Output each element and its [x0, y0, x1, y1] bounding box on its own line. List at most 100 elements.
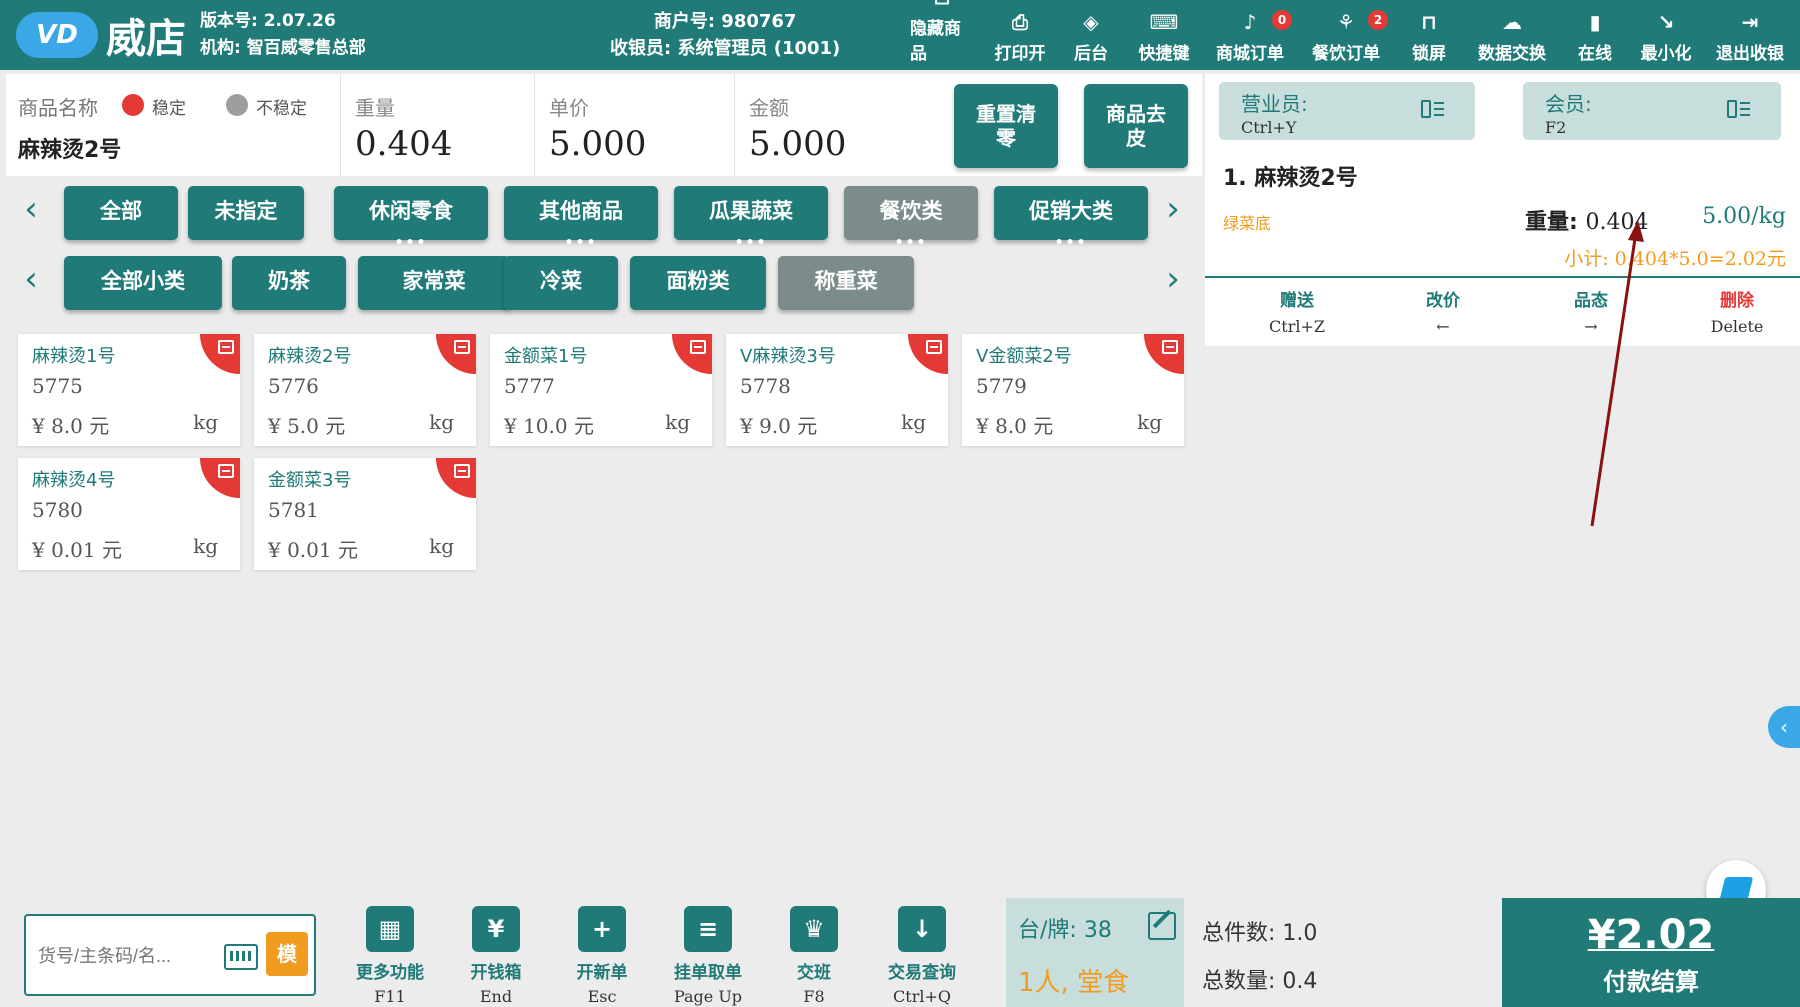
toolbar-label: 最小化: [1640, 44, 1692, 64]
subcategory-tab-5[interactable]: 称重菜: [778, 256, 914, 310]
category-tab-1[interactable]: 未指定: [188, 186, 304, 240]
new-order-icon: +: [578, 906, 626, 952]
toolbar-button-9[interactable]: ↘ 最小化: [1630, 6, 1702, 64]
function-shortcut: Esc: [587, 987, 617, 1006]
order-action-2[interactable]: 品态 →: [1521, 286, 1661, 336]
function-button-3[interactable]: ≡ 挂单取单 Page Up: [658, 906, 758, 1006]
tare-button[interactable]: 商品去皮: [1084, 84, 1188, 168]
more-dots-icon: •••: [394, 235, 428, 251]
chevron-left-icon[interactable]: ‹: [16, 192, 46, 228]
function-button-0[interactable]: ▦ 更多功能 F11: [340, 906, 440, 1006]
function-button-1[interactable]: ¥ 开钱箱 End: [446, 906, 546, 1006]
function-label: 挂单取单: [674, 963, 742, 983]
subcategory-tab-4[interactable]: 面粉类: [630, 256, 766, 310]
product-info-bar: 商品名称 稳定 不稳定 麻辣烫2号 重量 0.404 单价 5.000 金额 5…: [6, 74, 1202, 176]
weighing-scale-icon: [908, 334, 948, 374]
toolbar-button-5[interactable]: ⚘ 2 餐饮订单: [1298, 6, 1394, 64]
search-input[interactable]: [38, 940, 198, 972]
toolbar-button-8[interactable]: ▮ 在线: [1560, 6, 1630, 64]
top-header: VD 威店 版本号: 2.07.26 机构: 智百威零售总部 商户号: 9807…: [0, 0, 1800, 70]
unit-price-value: 5.000: [549, 124, 647, 164]
subcategory-tab-2[interactable]: 家常菜: [358, 256, 510, 310]
salesperson-selector[interactable]: 营业员: Ctrl+Y: [1219, 82, 1475, 140]
product-card[interactable]: 麻辣烫4号 5780 ¥ 0.01 元 kg: [18, 458, 240, 570]
order-action-1[interactable]: 改价 ←: [1373, 286, 1513, 336]
product-card[interactable]: 麻辣烫2号 5776 ¥ 5.0 元 kg: [254, 334, 476, 446]
collapse-panel-icon[interactable]: ‹: [1768, 706, 1800, 748]
member-selector[interactable]: 会员: F2: [1523, 82, 1781, 140]
cloud-sync-icon: ☁: [1502, 10, 1522, 34]
product-card[interactable]: 金额菜1号 5777 ¥ 10.0 元 kg: [490, 334, 712, 446]
toolbar-button-7[interactable]: ☁ 数据交换: [1464, 6, 1560, 64]
toolbar-label: 餐饮订单: [1312, 44, 1380, 64]
function-label: 交班: [797, 963, 831, 983]
category-tab-0[interactable]: 全部: [64, 186, 178, 240]
category-tab-3[interactable]: 其他商品 •••: [504, 186, 658, 250]
category-tab-5[interactable]: 餐饮类 •••: [844, 186, 978, 250]
function-shortcut: Page Up: [673, 987, 743, 1006]
toolbar-button-3[interactable]: ⌨ 快捷键: [1126, 6, 1202, 64]
category-tab-4[interactable]: 瓜果蔬菜 •••: [674, 186, 828, 250]
product-card[interactable]: 金额菜3号 5781 ¥ 0.01 元 kg: [254, 458, 476, 570]
toolbar-button-4[interactable]: ♪ 0 商城订单: [1202, 6, 1298, 64]
order-action-key: Ctrl+Z: [1269, 317, 1325, 336]
subcategory-tab-0[interactable]: 全部小类: [64, 256, 222, 310]
subcategory-tab-1[interactable]: 奶茶: [232, 256, 346, 310]
table-info[interactable]: 台/牌: 38 1人, 堂食: [1006, 898, 1184, 1007]
toolbar-button-6[interactable]: ⊓ 锁屏: [1394, 6, 1464, 64]
category-row-main: ‹ 全部 未指定 休闲零食 ••• 其他商品 ••• 瓜果蔬菜 ••• 餐饮类 ••• 促销大类 ••…: [6, 180, 1202, 250]
product-card[interactable]: 麻辣烫1号 5775 ¥ 8.0 元 kg: [18, 334, 240, 446]
keyboard-icon[interactable]: [224, 944, 258, 970]
function-button-2[interactable]: + 开新单 Esc: [552, 906, 652, 1006]
hold-order-icon: ≡: [684, 906, 732, 952]
order-line-subtotal: 小计: 0.404*5.0=2.02元: [1564, 248, 1786, 270]
toolbar-button-10[interactable]: ⇥ 退出收银: [1702, 6, 1798, 64]
notification-badge: 0: [1272, 10, 1292, 30]
toolbar-button-0[interactable]: ⊡ 隐藏商品: [900, 0, 984, 64]
chevron-right-icon[interactable]: ›: [1158, 262, 1188, 298]
product-unit: kg: [901, 410, 926, 434]
category-tab-2[interactable]: 休闲零食 •••: [334, 186, 488, 250]
mode-toggle-button[interactable]: 模: [266, 932, 308, 976]
product-price: ¥ 0.01 元: [268, 538, 358, 562]
product-price: ¥ 8.0 元: [976, 414, 1054, 438]
category-tab-6[interactable]: 促销大类 •••: [994, 186, 1148, 250]
subcategory-tab-3[interactable]: 冷菜: [504, 256, 618, 310]
order-line-title[interactable]: 1. 麻辣烫2号: [1223, 160, 1358, 192]
order-action-0[interactable]: 赠送 Ctrl+Z: [1227, 286, 1367, 336]
app-logo: VD 威店: [16, 8, 186, 62]
salesperson-shortcut: Ctrl+Y: [1241, 118, 1297, 137]
checkout-button[interactable]: ¥2.02 付款结算: [1502, 898, 1800, 1007]
toolbar-button-2[interactable]: ◈ 后台: [1056, 6, 1126, 64]
chevron-right-icon[interactable]: ›: [1158, 192, 1188, 228]
toolbar-button-1[interactable]: ⎙ 打印开: [984, 6, 1056, 64]
product-code: 5775: [32, 374, 83, 398]
exit-icon: ⇥: [1741, 10, 1759, 34]
product-name: 金额菜3号: [268, 470, 352, 491]
edit-icon[interactable]: [1148, 912, 1176, 940]
list-select-icon: [1421, 98, 1445, 120]
product-code: 5781: [268, 498, 319, 522]
category-label: 餐饮类: [879, 199, 943, 223]
notification-badge: 2: [1368, 10, 1388, 30]
merchant-label: 商户号: 980767: [653, 11, 797, 32]
layers-icon: ◈: [1083, 10, 1099, 34]
total-quantity: 总数量: 0.4: [1202, 969, 1318, 994]
order-action-3[interactable]: 删除 Delete: [1667, 286, 1800, 336]
product-card[interactable]: V麻辣烫3号 5778 ¥ 9.0 元 kg: [726, 334, 948, 446]
product-name: V麻辣烫3号: [740, 346, 836, 367]
logo-text: 威店: [106, 15, 186, 62]
order-action-key: →: [1584, 317, 1598, 336]
weighing-scale-icon: [200, 458, 240, 498]
chevron-left-icon[interactable]: ‹: [16, 262, 46, 298]
function-button-4[interactable]: ♛ 交班 F8: [764, 906, 864, 1006]
order-divider: [1205, 276, 1800, 278]
order-totals: 总件数: 1.0 总数量: 0.4: [1202, 910, 1317, 1006]
product-name: 麻辣烫1号: [32, 346, 116, 367]
product-card[interactable]: V金额菜2号 5779 ¥ 8.0 元 kg: [962, 334, 1184, 446]
function-button-5[interactable]: ↓ 交易查询 Ctrl+Q: [872, 906, 972, 1006]
product-name: 金额菜1号: [504, 346, 588, 367]
reset-zero-button[interactable]: 重置清零: [954, 84, 1058, 168]
pay-amount: ¥2.02: [1587, 912, 1715, 958]
keyboard-icon: ⌨: [1149, 10, 1179, 34]
